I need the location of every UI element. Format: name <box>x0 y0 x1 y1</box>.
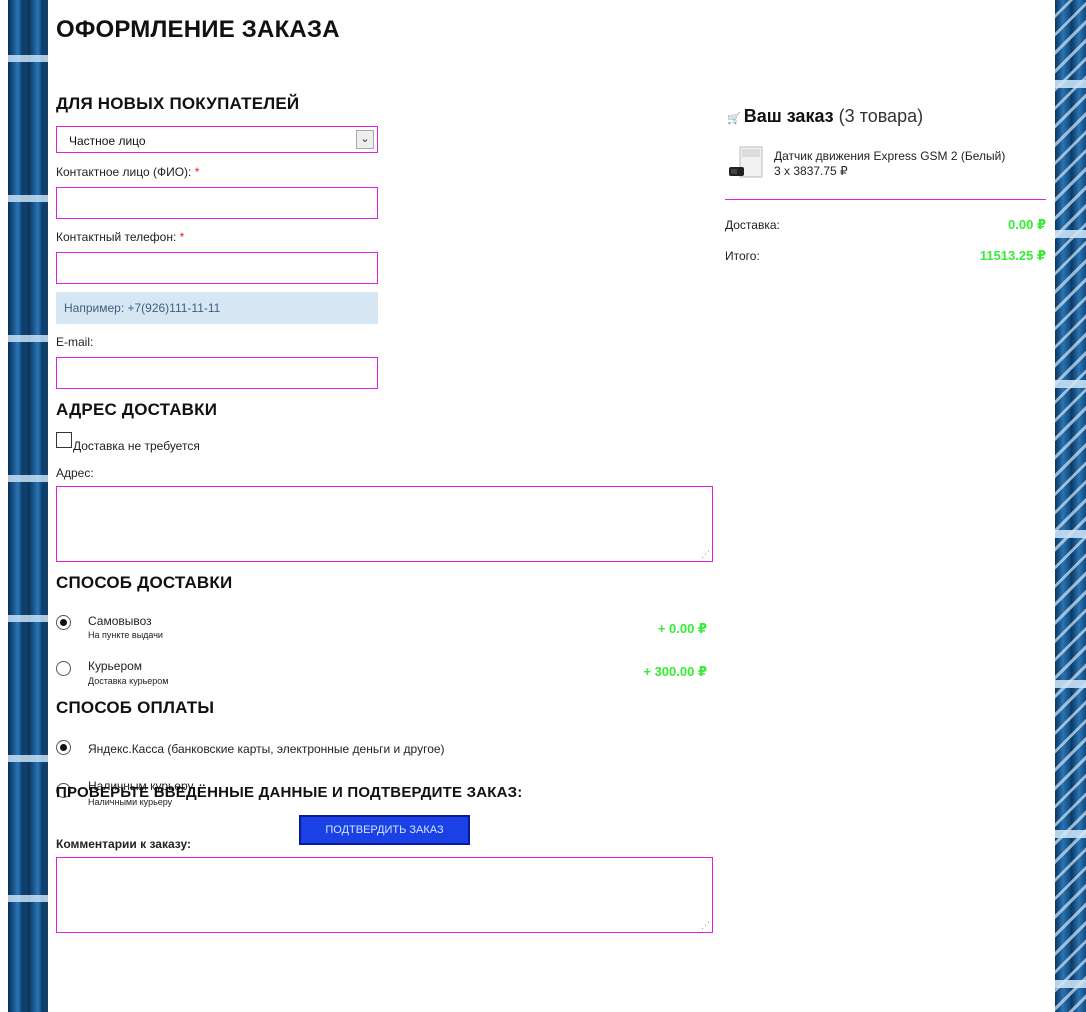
contact-name-label: Контактное лицо (ФИО): * <box>56 165 199 179</box>
delivery-option-pickup-subtitle: На пункте выдачи <box>88 630 163 640</box>
resize-grip-icon[interactable]: ⋰ <box>701 550 710 559</box>
delivery-option-pickup-price: + 0.00 ₽ <box>657 621 707 636</box>
order-summary-title: 🛒 Ваш заказ (3 товара) <box>727 106 923 127</box>
page-title: ОФОРМЛЕНИЕ ЗАКАЗА <box>56 16 340 43</box>
required-mark: * <box>179 230 185 244</box>
comment-label: Комментарии к заказу: <box>56 837 191 851</box>
delivery-option-pickup-title: Самовывоз <box>88 614 152 628</box>
delivery-method-heading: СПОСОБ ДОСТАВКИ <box>56 573 233 592</box>
new-buyers-heading: ДЛЯ НОВЫХ ПОКУПАТЕЛЕЙ <box>56 94 300 113</box>
delivery-option-courier-radio[interactable] <box>56 661 71 676</box>
contact-name-label-text: Контактное лицо (ФИО): <box>56 165 192 179</box>
delivery-option-pickup-radio[interactable] <box>56 615 71 630</box>
resize-grip-icon[interactable]: ⋰ <box>701 921 710 930</box>
product-thumbnail[interactable] <box>728 145 764 179</box>
email-label: E-mail: <box>56 335 94 349</box>
chevron-down-icon[interactable]: ⌄ <box>356 130 374 149</box>
contact-name-input[interactable] <box>56 187 378 219</box>
delivery-option-courier-subtitle: Доставка курьером <box>88 676 169 686</box>
phone-hint: Например: +7(926)111-11-11 <box>56 292 378 324</box>
required-mark: * <box>194 165 200 179</box>
address-textarea[interactable]: ⋰ <box>56 486 713 562</box>
delivery-cost-label: Доставка: <box>725 218 780 232</box>
order-item-count: (3 товара) <box>838 106 924 126</box>
order-title-text: Ваш заказ <box>743 106 834 126</box>
delivery-option-courier-title: Курьером <box>88 659 143 673</box>
delivery-cost-value: 0.00 ₽ <box>1008 217 1046 232</box>
buyer-type-select[interactable]: Частное лицо ⌄ <box>56 126 378 153</box>
phone-label-text: Контактный телефон: <box>56 230 177 244</box>
total-label: Итого: <box>725 249 760 263</box>
phone-input[interactable] <box>56 252 378 284</box>
product-name[interactable]: Датчик движения Express GSM 2 (Белый) <box>774 149 1005 163</box>
payment-option-yandex-radio[interactable] <box>56 740 71 755</box>
delivery-option-courier-price: + 300.00 ₽ <box>643 664 707 679</box>
left-background-strip <box>8 0 48 1012</box>
address-label: Адрес: <box>56 466 94 480</box>
payment-option-yandex-title: Яндекс.Касса (банковские карты, электрон… <box>88 742 445 756</box>
payment-method-heading: СПОСОБ ОПЛАТЫ <box>56 698 215 717</box>
email-input[interactable] <box>56 357 378 389</box>
right-background-strip <box>1055 0 1086 1012</box>
order-divider <box>725 199 1046 200</box>
phone-label: Контактный телефон: * <box>56 230 184 244</box>
total-value: 11513.25 ₽ <box>979 248 1046 263</box>
no-delivery-checkbox[interactable] <box>56 432 72 448</box>
cart-icon: 🛒 <box>727 113 741 125</box>
product-quantity-price: 3 x 3837.75 ₽ <box>774 164 848 178</box>
confirm-heading: ПРОВЕРЬТЕ ВВЕДЁННЫЕ ДАННЫЕ И ПОДТВЕРДИТЕ… <box>56 784 523 801</box>
buyer-type-value: Частное лицо <box>69 134 146 148</box>
confirm-order-button[interactable]: ПОДТВЕРДИТЬ ЗАКАЗ <box>299 815 470 845</box>
address-heading: АДРЕС ДОСТАВКИ <box>56 400 218 419</box>
no-delivery-label: Доставка не требуется <box>73 439 200 453</box>
comment-textarea[interactable]: ⋰ <box>56 857 713 933</box>
